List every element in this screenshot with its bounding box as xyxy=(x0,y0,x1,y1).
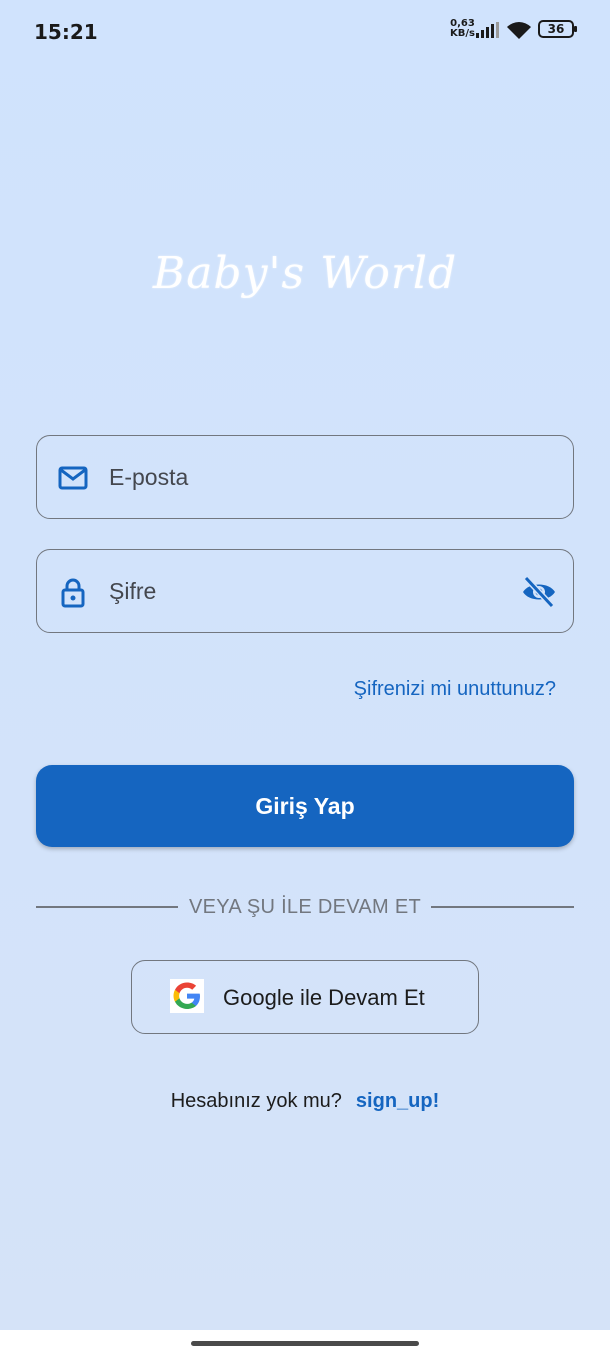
google-icon xyxy=(170,979,204,1013)
network-speed: 0,63 KB/s xyxy=(450,19,475,39)
status-bar: 15:21 0,63 KB/s 36 xyxy=(0,0,610,62)
google-signin-button[interactable]: Google ile Devam Et xyxy=(131,960,479,1034)
status-time: 15:21 xyxy=(34,20,98,44)
login-button[interactable]: Giriş Yap xyxy=(36,765,574,847)
signup-question: Hesabınız yok mu? xyxy=(170,1090,342,1112)
visibility-off-icon[interactable] xyxy=(521,574,557,610)
wifi-icon xyxy=(507,22,531,39)
signup-row: Hesabınız yok mu? sign_up! xyxy=(0,1090,610,1113)
battery-level: 36 xyxy=(547,22,565,36)
email-field[interactable] xyxy=(36,435,574,519)
signal-icon xyxy=(476,22,499,38)
home-indicator[interactable] xyxy=(191,1341,419,1346)
divider-text: VEYA ŞU İLE DEVAM ET xyxy=(189,896,421,918)
signup-link[interactable]: sign_up! xyxy=(356,1090,439,1112)
divider-line-right xyxy=(431,906,574,908)
lock-icon xyxy=(61,578,85,608)
email-input[interactable] xyxy=(109,456,509,498)
mail-icon xyxy=(58,466,88,490)
password-field[interactable] xyxy=(36,549,574,633)
google-signin-label: Google ile Devam Et xyxy=(223,985,425,1010)
password-input[interactable] xyxy=(109,570,509,612)
navigation-bar xyxy=(0,1330,610,1356)
forgot-password-link[interactable]: Şifrenizi mi unuttunuz? xyxy=(354,678,556,701)
app-logo: Baby's World xyxy=(152,248,458,299)
network-speed-unit: KB/s xyxy=(450,28,475,39)
